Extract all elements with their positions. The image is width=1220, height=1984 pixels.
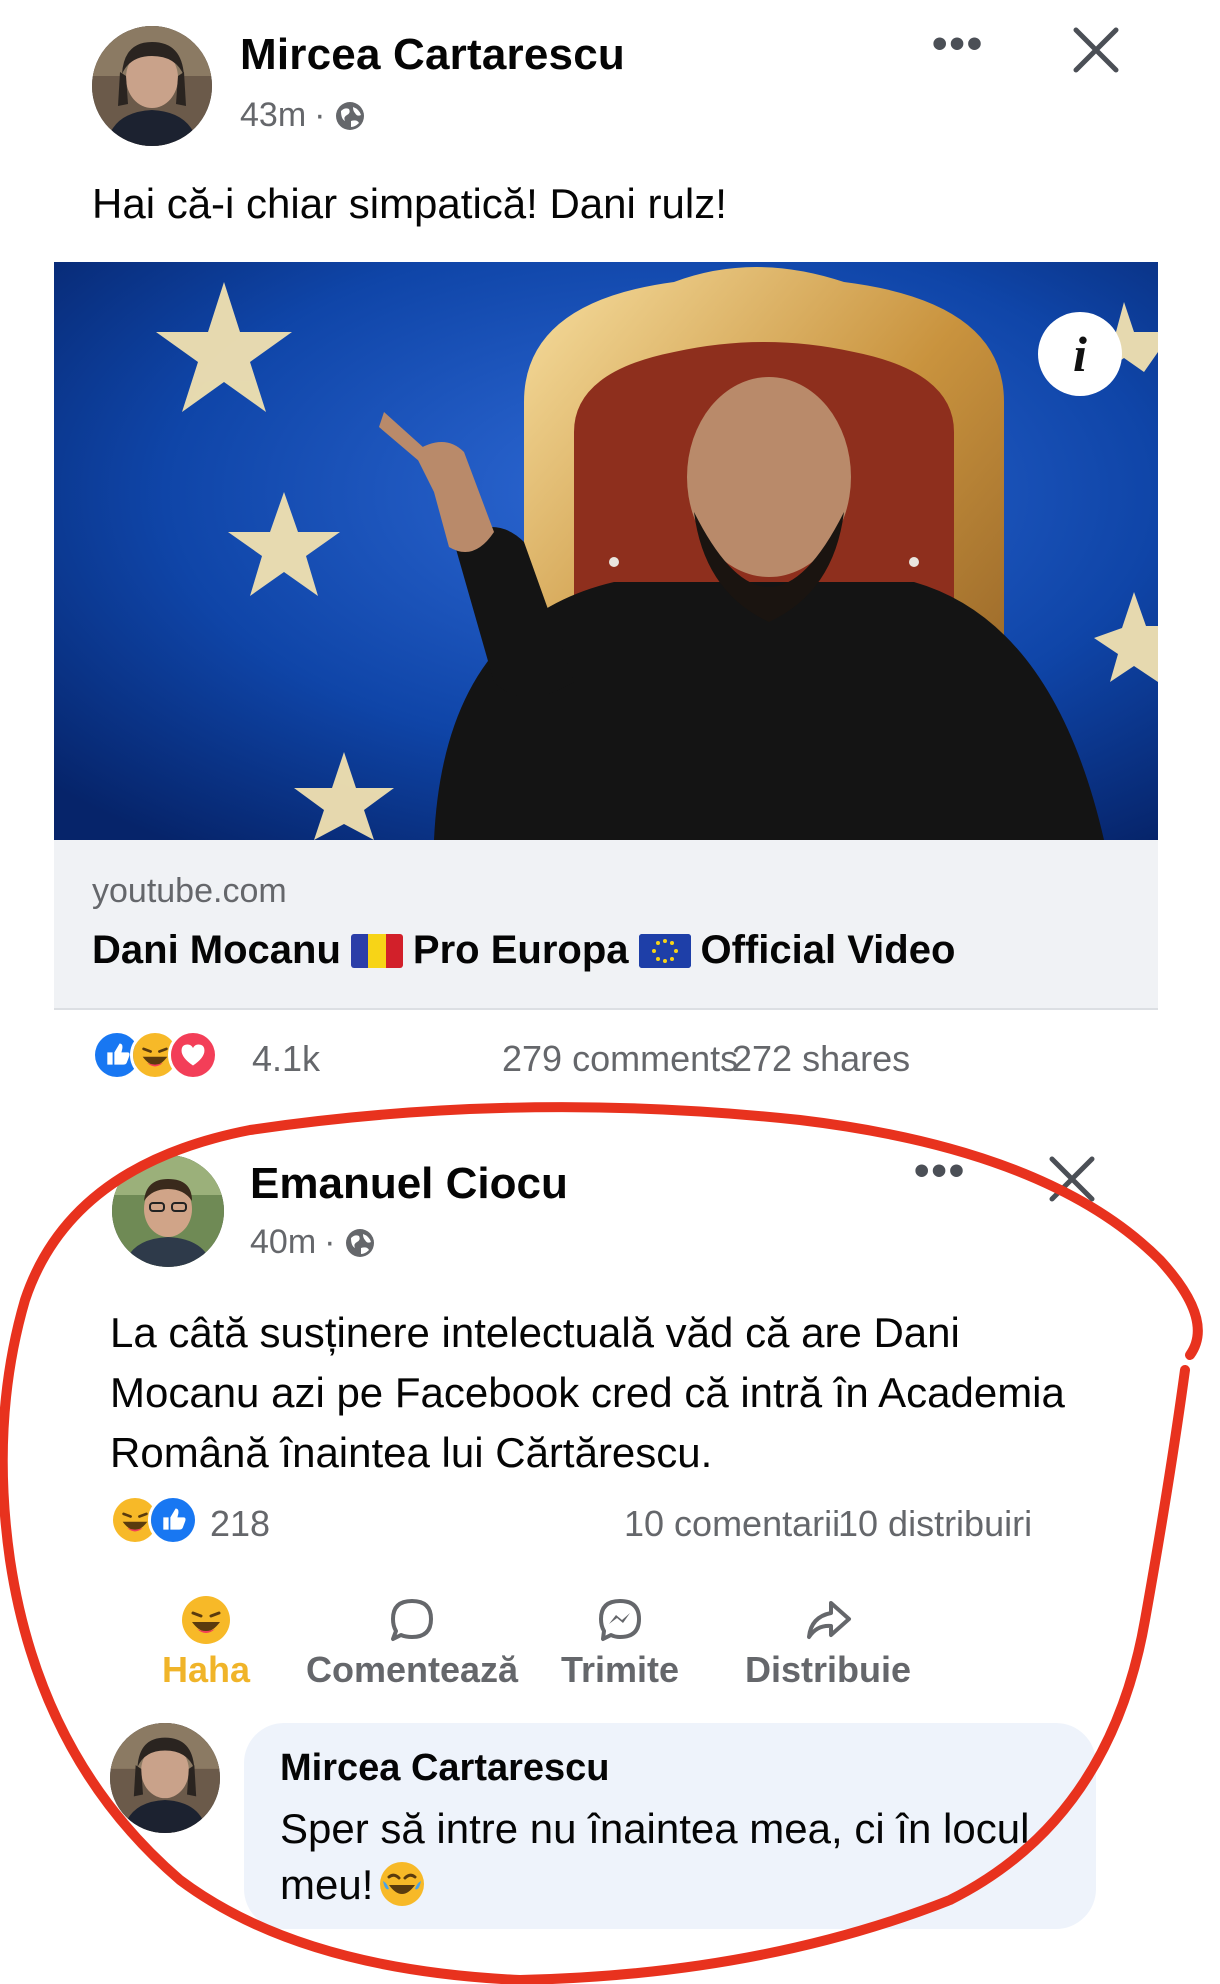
reaction-icons[interactable]	[110, 1495, 198, 1545]
comment-author-name[interactable]: Mircea Cartarescu	[280, 1747, 610, 1790]
screenshot: Mircea Cartarescu 43m · ••• Hai că-i chi…	[0, 0, 1220, 1984]
post-author-name[interactable]: Emanuel Ciocu	[250, 1159, 568, 1209]
comment-avatar[interactable]	[110, 1723, 220, 1833]
post-action-bar: Haha Comentează Trimite Distribuie	[86, 1585, 1126, 1705]
action-label: Comentează	[305, 1649, 519, 1690]
more-dots-icon[interactable]: •••	[932, 22, 984, 66]
close-icon[interactable]	[1046, 1153, 1098, 1205]
reaction-icons[interactable]	[92, 1030, 218, 1080]
comment-text-wrap: Sper să intre nu înaintea mea, ci în loc…	[280, 1801, 1060, 1913]
like-icon	[148, 1495, 198, 1545]
globe-icon	[336, 101, 365, 130]
close-icon[interactable]	[1070, 24, 1122, 76]
comment-button[interactable]: Comentează	[292, 1585, 532, 1705]
post-card: Emanuel Ciocu 40m · ••• La câtă susținer…	[86, 1125, 1126, 1984]
post-author-name[interactable]: Mircea Cartarescu	[240, 30, 625, 80]
meta-separator: ·	[324, 1223, 336, 1261]
meta-separator: ·	[314, 96, 326, 134]
post-text: Hai că-i chiar simpatică! Dani rulz!	[92, 180, 727, 227]
post-stats: 4.1k 279 comments 272 shares	[92, 1030, 1122, 1090]
haha-icon	[182, 1596, 230, 1644]
post-text: La câtă susținere intelectuală văd că ar…	[110, 1309, 1065, 1476]
shares-count[interactable]: 10 distribuiri	[838, 1503, 1032, 1545]
haha-reaction-button[interactable]: Haha	[86, 1585, 326, 1705]
comment-icon	[391, 1599, 433, 1641]
link-title-part: Dani Mocanu	[92, 928, 341, 972]
video-thumbnail[interactable]: i	[54, 262, 1158, 840]
link-title-part: Official Video	[700, 928, 956, 972]
romania-flag-icon	[350, 933, 403, 968]
comment-bubble[interactable]: Mircea Cartarescu Sper să intre nu înain…	[244, 1723, 1096, 1929]
more-dots-icon[interactable]: •••	[914, 1149, 966, 1193]
comments-count[interactable]: 279 comments	[502, 1038, 738, 1080]
avatar[interactable]	[112, 1155, 224, 1267]
reaction-count[interactable]: 218	[210, 1503, 270, 1545]
send-button[interactable]: Trimite	[500, 1585, 740, 1705]
link-title-part: Pro Europa	[412, 928, 629, 972]
joy-emoji-icon	[380, 1862, 425, 1906]
comments-count[interactable]: 10 comentarii	[624, 1503, 840, 1545]
link-preview[interactable]: youtube.com Dani Mocanu Pro Europa Offic…	[54, 840, 1158, 1010]
globe-icon	[346, 1228, 375, 1257]
share-icon	[807, 1601, 851, 1639]
avatar[interactable]	[92, 26, 212, 146]
messenger-icon	[599, 1599, 641, 1641]
post-timestamp[interactable]: 40m	[250, 1223, 316, 1262]
eu-flag-icon	[638, 933, 691, 968]
post-stats: 218 10 comentarii 10 distribuiri	[110, 1495, 1110, 1555]
shares-count[interactable]: 272 shares	[732, 1038, 910, 1080]
reaction-count[interactable]: 4.1k	[252, 1038, 320, 1080]
post-timestamp[interactable]: 43m	[240, 96, 306, 135]
link-domain: youtube.com	[92, 872, 287, 910]
info-icon[interactable]: i	[1038, 312, 1122, 396]
post-meta: 43m ·	[240, 96, 367, 135]
link-title[interactable]: Dani Mocanu Pro Europa Official Video	[92, 928, 955, 973]
action-label: Haha	[161, 1649, 251, 1690]
share-button[interactable]: Distribuie	[708, 1585, 948, 1705]
love-icon	[168, 1030, 218, 1080]
shared-post-card: Mircea Cartarescu 43m · ••• Hai că-i chi…	[54, 0, 1158, 1100]
post-meta: 40m ·	[250, 1223, 377, 1262]
action-label: Trimite	[560, 1649, 680, 1690]
action-label: Distribuie	[744, 1649, 912, 1690]
